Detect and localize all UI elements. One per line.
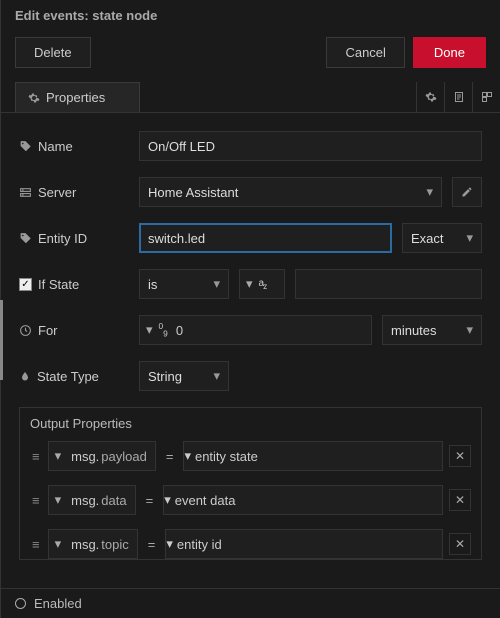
drag-handle-icon[interactable]: ≡ bbox=[30, 537, 42, 552]
chevron-down-icon: ▾ bbox=[213, 368, 220, 384]
remove-output-button[interactable]: ✕ bbox=[449, 533, 471, 555]
remove-output-button[interactable]: ✕ bbox=[449, 489, 471, 511]
for-value-input[interactable]: ▾ 09 0 bbox=[139, 315, 372, 345]
gear-icon bbox=[28, 92, 40, 104]
output-prop-input[interactable]: ▾ msg. payload bbox=[48, 441, 156, 471]
node-appearance-button[interactable] bbox=[472, 82, 500, 112]
close-icon: ✕ bbox=[455, 493, 465, 507]
equals-label: = bbox=[142, 493, 158, 508]
state-type-select[interactable]: String ▾ bbox=[139, 361, 229, 391]
chevron-down-icon: ▾ bbox=[49, 536, 68, 552]
scroll-indicator bbox=[0, 300, 3, 380]
tag-icon bbox=[19, 140, 32, 153]
clock-icon bbox=[19, 324, 32, 337]
output-row: ≡ ▾ msg. topic = ▾ entity id ✕ bbox=[30, 529, 471, 559]
chevron-down-icon: ▾ bbox=[466, 230, 473, 246]
chevron-down-icon: ▾ bbox=[240, 276, 259, 292]
tab-properties[interactable]: Properties bbox=[15, 82, 140, 112]
output-prop-input[interactable]: ▾ msg. data bbox=[48, 485, 136, 515]
output-properties-legend: Output Properties bbox=[30, 416, 471, 431]
drop-icon bbox=[19, 370, 31, 383]
equals-label: = bbox=[162, 449, 178, 464]
equals-label: = bbox=[144, 537, 160, 552]
string-type-icon: az bbox=[259, 278, 267, 291]
enabled-toggle[interactable]: Enabled bbox=[1, 588, 500, 618]
enabled-label: Enabled bbox=[34, 596, 82, 611]
server-select[interactable]: Home Assistant ▾ bbox=[139, 177, 442, 207]
name-input[interactable] bbox=[139, 131, 482, 161]
output-value-select[interactable]: ▾ event data bbox=[163, 485, 443, 515]
number-type-icon: 09 bbox=[159, 321, 168, 338]
chevron-down-icon: ▾ bbox=[49, 492, 68, 508]
name-label: Name bbox=[38, 139, 73, 154]
tag-icon bbox=[19, 232, 32, 245]
toggle-indicator-icon bbox=[15, 598, 26, 609]
grid-icon bbox=[481, 91, 493, 103]
chevron-down-icon: ▾ bbox=[140, 322, 159, 338]
output-prop-input[interactable]: ▾ msg. topic bbox=[48, 529, 138, 559]
close-icon: ✕ bbox=[455, 537, 465, 551]
entity-id-label: Entity ID bbox=[38, 231, 87, 246]
output-row: ≡ ▾ msg. data = ▾ event data ✕ bbox=[30, 485, 471, 515]
state-type-label: State Type bbox=[37, 369, 99, 384]
output-properties-group: Output Properties ≡ ▾ msg. payload = ▾ e… bbox=[19, 407, 482, 560]
tab-label: Properties bbox=[46, 90, 105, 105]
entity-match-select[interactable]: Exact ▾ bbox=[402, 223, 482, 253]
output-row: ≡ ▾ msg. payload = ▾ entity state ✕ bbox=[30, 441, 471, 471]
chevron-down-icon: ▾ bbox=[213, 276, 220, 292]
output-value-select[interactable]: ▾ entity id bbox=[165, 529, 443, 559]
chevron-down-icon: ▾ bbox=[49, 448, 68, 464]
if-state-type-select[interactable]: ▾ az bbox=[239, 269, 285, 299]
server-label: Server bbox=[38, 185, 76, 200]
entity-id-input[interactable] bbox=[139, 223, 392, 253]
pencil-icon bbox=[461, 186, 473, 198]
if-state-label: If State bbox=[38, 277, 79, 292]
if-state-value-input[interactable] bbox=[295, 269, 482, 299]
done-button[interactable]: Done bbox=[413, 37, 486, 68]
server-edit-button[interactable] bbox=[452, 177, 482, 207]
gear-icon bbox=[425, 91, 437, 103]
remove-output-button[interactable]: ✕ bbox=[449, 445, 471, 467]
chevron-down-icon: ▾ bbox=[426, 184, 433, 200]
if-state-op-select[interactable]: is ▾ bbox=[139, 269, 229, 299]
panel-title: Edit events: state node bbox=[1, 0, 500, 29]
if-state-checkbox[interactable]: ✓ bbox=[19, 278, 32, 291]
delete-button[interactable]: Delete bbox=[15, 37, 91, 68]
for-label: For bbox=[38, 323, 58, 338]
node-settings-button[interactable] bbox=[416, 82, 444, 112]
chevron-down-icon: ▾ bbox=[466, 322, 473, 338]
output-value-select[interactable]: ▾ entity state bbox=[183, 441, 443, 471]
document-icon bbox=[453, 91, 465, 103]
close-icon: ✕ bbox=[455, 449, 465, 463]
server-icon bbox=[19, 186, 32, 199]
cancel-button[interactable]: Cancel bbox=[326, 37, 404, 68]
drag-handle-icon[interactable]: ≡ bbox=[30, 449, 42, 464]
for-units-select[interactable]: minutes ▾ bbox=[382, 315, 482, 345]
node-description-button[interactable] bbox=[444, 82, 472, 112]
drag-handle-icon[interactable]: ≡ bbox=[30, 493, 42, 508]
